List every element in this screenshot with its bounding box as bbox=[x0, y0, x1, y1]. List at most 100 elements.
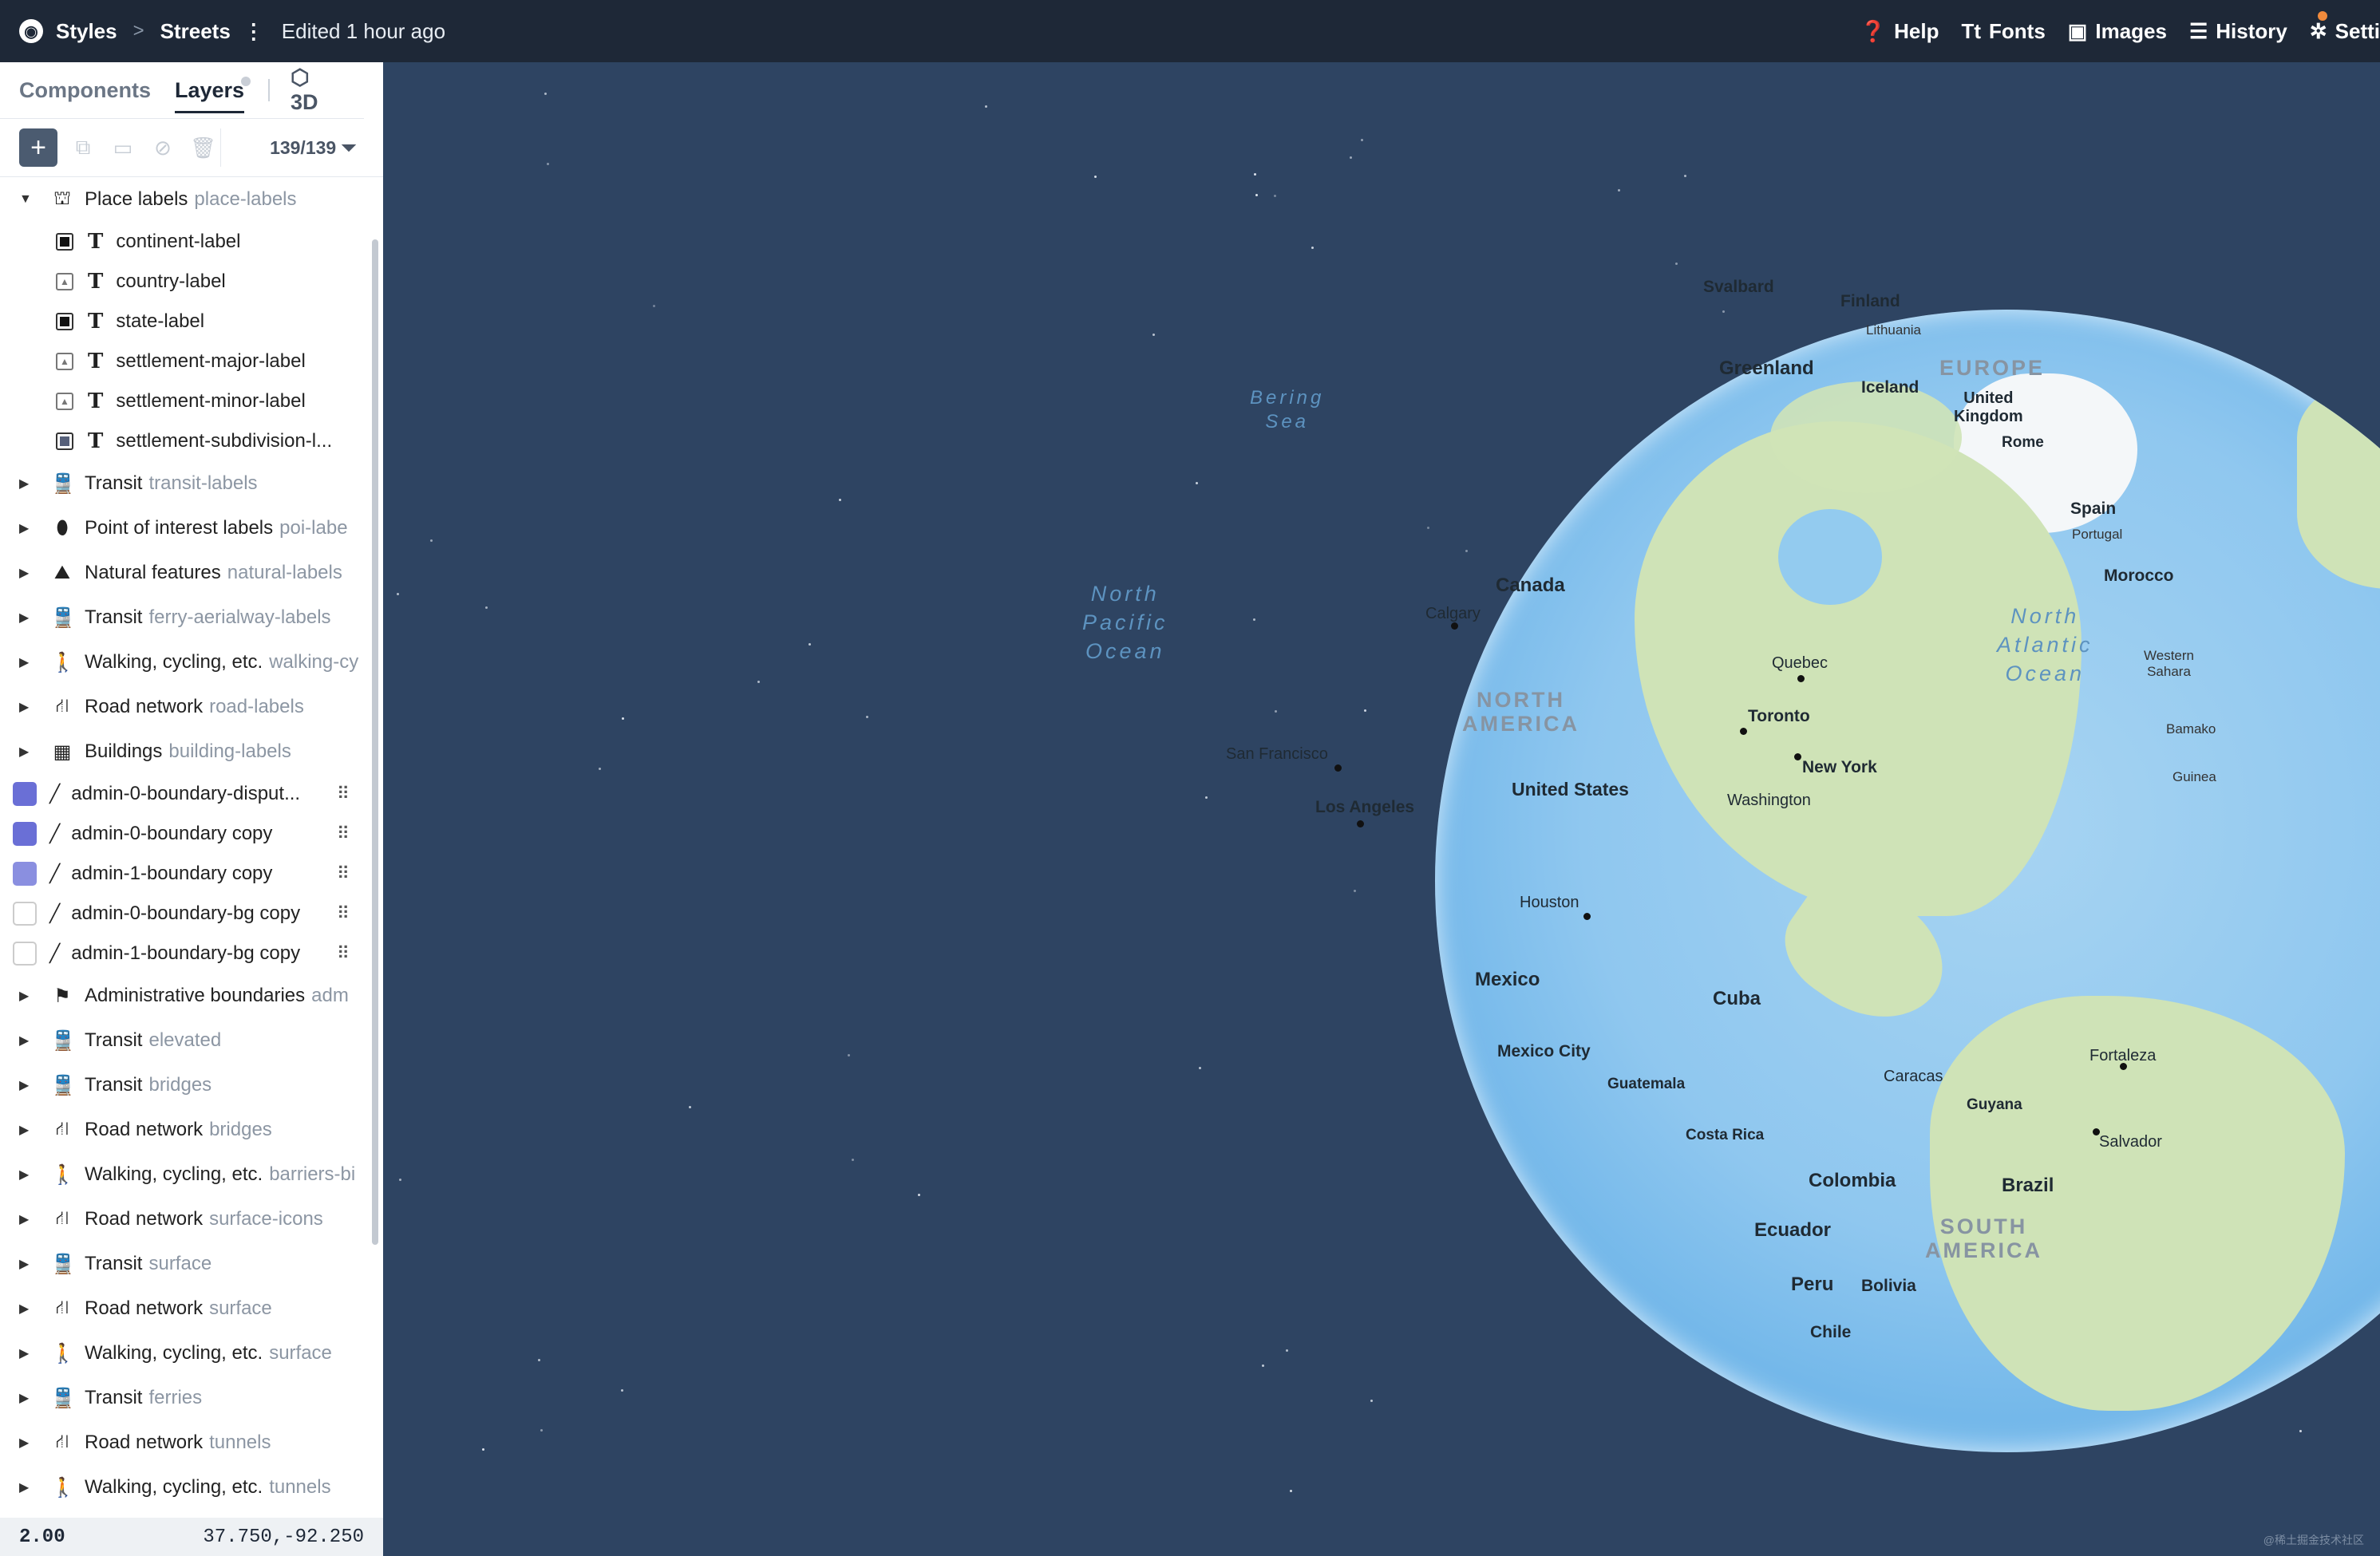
layer-group[interactable]: ▶ ⛙ Road network road-labels bbox=[0, 685, 370, 729]
history-button[interactable]: ☰ History bbox=[2189, 19, 2287, 44]
layer-item[interactable]: ▲ Tsettlement-major-label bbox=[0, 342, 370, 381]
fonts-button[interactable]: Tt Fonts bbox=[1961, 19, 2045, 44]
images-button[interactable]: ▣ Images bbox=[2068, 19, 2167, 44]
layer-group-place-labels[interactable]: ▼ ⛫ Place labels place-labels bbox=[0, 177, 370, 222]
star bbox=[848, 1054, 850, 1056]
layer-group[interactable]: ▶ 🚆 Transit elevated bbox=[0, 1018, 370, 1063]
caret-right-icon[interactable]: ▶ bbox=[19, 1256, 35, 1272]
caret-right-icon[interactable]: ▶ bbox=[19, 565, 35, 581]
more-options-icon[interactable]: ⋮ bbox=[243, 19, 264, 44]
layer-group[interactable]: ▶ 🚆 Transit ferry-aerialway-labels bbox=[0, 595, 370, 640]
layer-count[interactable]: 139/139 ⏷ bbox=[270, 137, 356, 159]
layer-group[interactable]: ▶ ⛙ Road network surface bbox=[0, 1286, 370, 1331]
layers-scrollbar[interactable] bbox=[372, 239, 378, 1245]
duplicate-icon[interactable]: ⧉ bbox=[70, 135, 96, 160]
layer-name: admin-0-boundary-disput... bbox=[71, 783, 301, 804]
group-name: Place labels bbox=[85, 188, 188, 210]
layer-name: admin-1-boundary copy bbox=[71, 863, 273, 884]
caret-right-icon[interactable]: ▶ bbox=[19, 1167, 35, 1183]
layer-group[interactable]: ▶ ⛰ Natural features natural-labels bbox=[0, 551, 370, 595]
group-id: bridges bbox=[209, 1119, 272, 1140]
star bbox=[1350, 156, 1352, 159]
drag-handle-icon[interactable]: ⠿ bbox=[337, 863, 350, 884]
caret-right-icon[interactable]: ▶ bbox=[19, 1479, 35, 1495]
layer-group[interactable]: ▶ 🚆 Transit ferries bbox=[0, 1376, 370, 1420]
layer-item[interactable]: ╱ admin-1-boundary-bg copy ⠿ bbox=[0, 934, 370, 973]
map-label: North Pacific Ocean bbox=[1082, 582, 1168, 663]
caret-right-icon[interactable]: ▶ bbox=[19, 1211, 35, 1227]
add-layer-button[interactable]: + bbox=[19, 128, 57, 167]
star bbox=[482, 1448, 484, 1451]
caret-right-icon[interactable]: ▶ bbox=[19, 1033, 35, 1049]
text-layer-icon: T bbox=[88, 389, 104, 413]
caret-right-icon[interactable]: ▶ bbox=[19, 610, 35, 626]
layer-name: admin-1-boundary-bg copy bbox=[71, 942, 301, 964]
tab-divider bbox=[268, 79, 270, 101]
layer-item[interactable]: Tcontinent-label bbox=[0, 222, 370, 262]
map-label: Toronto bbox=[1748, 707, 1810, 725]
layer-item[interactable]: ▲ Tcountry-label bbox=[0, 262, 370, 302]
text-layer-icon: T bbox=[88, 230, 104, 254]
map-label: Brazil bbox=[2002, 1175, 2054, 1196]
caret-down-icon[interactable]: ▼ bbox=[19, 192, 35, 207]
caret-right-icon[interactable]: ▶ bbox=[19, 744, 35, 760]
layer-item[interactable]: ╱ admin-0-boundary copy ⠿ bbox=[0, 814, 370, 854]
layer-item[interactable]: ╱ admin-1-boundary copy ⠿ bbox=[0, 854, 370, 894]
color-swatch bbox=[13, 902, 37, 926]
drag-handle-icon[interactable]: ⠿ bbox=[337, 784, 350, 804]
history-icon: ☰ bbox=[2188, 18, 2208, 43]
caret-right-icon[interactable]: ▶ bbox=[19, 1435, 35, 1451]
drag-handle-icon[interactable]: ⠿ bbox=[337, 823, 350, 844]
mapbox-logo-icon[interactable]: ◉ bbox=[19, 19, 43, 43]
layer-group[interactable]: ▶ 🚶 Walking, cycling, etc. surface bbox=[0, 1331, 370, 1376]
tab-3d[interactable]: ⬡ 3D bbox=[291, 65, 340, 115]
caret-right-icon[interactable]: ▶ bbox=[19, 1345, 35, 1361]
layer-group[interactable]: ▶ 🚆 Transit transit-labels bbox=[0, 461, 370, 506]
layer-group[interactable]: ▶ 🚆 Transit bridges bbox=[0, 1063, 370, 1108]
breadcrumb-styles[interactable]: Styles bbox=[56, 19, 117, 44]
layer-group[interactable]: ▶ ⚑ Administrative boundaries adm bbox=[0, 973, 370, 1018]
caret-right-icon[interactable]: ▶ bbox=[19, 1390, 35, 1406]
layer-group[interactable]: ▶ 🚶 Walking, cycling, etc. walking-cy bbox=[0, 640, 370, 685]
layer-item[interactable]: ▲ Tsettlement-minor-label bbox=[0, 381, 370, 421]
group-name: Road network bbox=[85, 696, 204, 717]
star bbox=[622, 717, 624, 720]
layer-group[interactable]: ▶ ▦ Buildings building-labels bbox=[0, 729, 370, 774]
caret-right-icon[interactable]: ▶ bbox=[19, 476, 35, 492]
caret-right-icon[interactable]: ▶ bbox=[19, 1122, 35, 1138]
caret-right-icon[interactable]: ▶ bbox=[19, 1301, 35, 1317]
tab-layers[interactable]: Layers bbox=[175, 78, 245, 113]
tab-components[interactable]: Components bbox=[19, 78, 151, 103]
caret-right-icon[interactable]: ▶ bbox=[19, 988, 35, 1004]
group-id: natural-labels bbox=[227, 562, 342, 583]
hide-icon[interactable]: ⊘ bbox=[150, 136, 176, 160]
folder-icon[interactable]: ▭ bbox=[110, 136, 136, 160]
layer-item[interactable]: ╱ admin-0-boundary-bg copy ⠿ bbox=[0, 894, 370, 934]
drag-handle-icon[interactable]: ⠿ bbox=[337, 943, 350, 964]
group-id: building-labels bbox=[168, 740, 291, 762]
map-label: Ecuador bbox=[1754, 1219, 1832, 1241]
layer-item[interactable]: Tstate-label bbox=[0, 302, 370, 342]
layer-group[interactable]: ▶ ⛙ Road network surface-icons bbox=[0, 1197, 370, 1242]
group-id: elevated bbox=[148, 1029, 222, 1051]
map-canvas[interactable]: Svalbard Finland Lithuania Greenland Ice… bbox=[383, 62, 2380, 1556]
caret-right-icon[interactable]: ▶ bbox=[19, 520, 35, 536]
caret-right-icon[interactable]: ▶ bbox=[19, 699, 35, 715]
help-button[interactable]: ❓ Help bbox=[1860, 19, 1939, 44]
layer-group[interactable]: ▶ ⬮ Point of interest labels poi-labe bbox=[0, 506, 370, 551]
layer-group[interactable]: ▶ 🚶 Walking, cycling, etc. barriers-bi bbox=[0, 1152, 370, 1197]
drag-handle-icon[interactable]: ⠿ bbox=[337, 903, 350, 924]
map-label: Chile bbox=[1810, 1323, 1852, 1341]
breadcrumb-style-name[interactable]: Streets bbox=[160, 19, 231, 44]
star bbox=[808, 643, 811, 646]
layer-item[interactable]: ╱ admin-0-boundary-disput... ⠿ bbox=[0, 774, 370, 814]
map-label: Guatemala bbox=[1607, 1076, 1686, 1092]
layer-item[interactable]: Tsettlement-subdivision-l... bbox=[0, 421, 370, 461]
caret-right-icon[interactable]: ▶ bbox=[19, 654, 35, 670]
settings-button[interactable]: ✲ Setti bbox=[2310, 19, 2380, 44]
delete-icon[interactable]: 🗑 bbox=[190, 136, 216, 160]
layer-group[interactable]: ▶ ⛙ Road network tunnels bbox=[0, 1420, 370, 1465]
caret-right-icon[interactable]: ▶ bbox=[19, 1077, 35, 1093]
layer-group[interactable]: ▶ 🚆 Transit surface bbox=[0, 1242, 370, 1286]
layer-group[interactable]: ▶ ⛙ Road network bridges bbox=[0, 1108, 370, 1152]
